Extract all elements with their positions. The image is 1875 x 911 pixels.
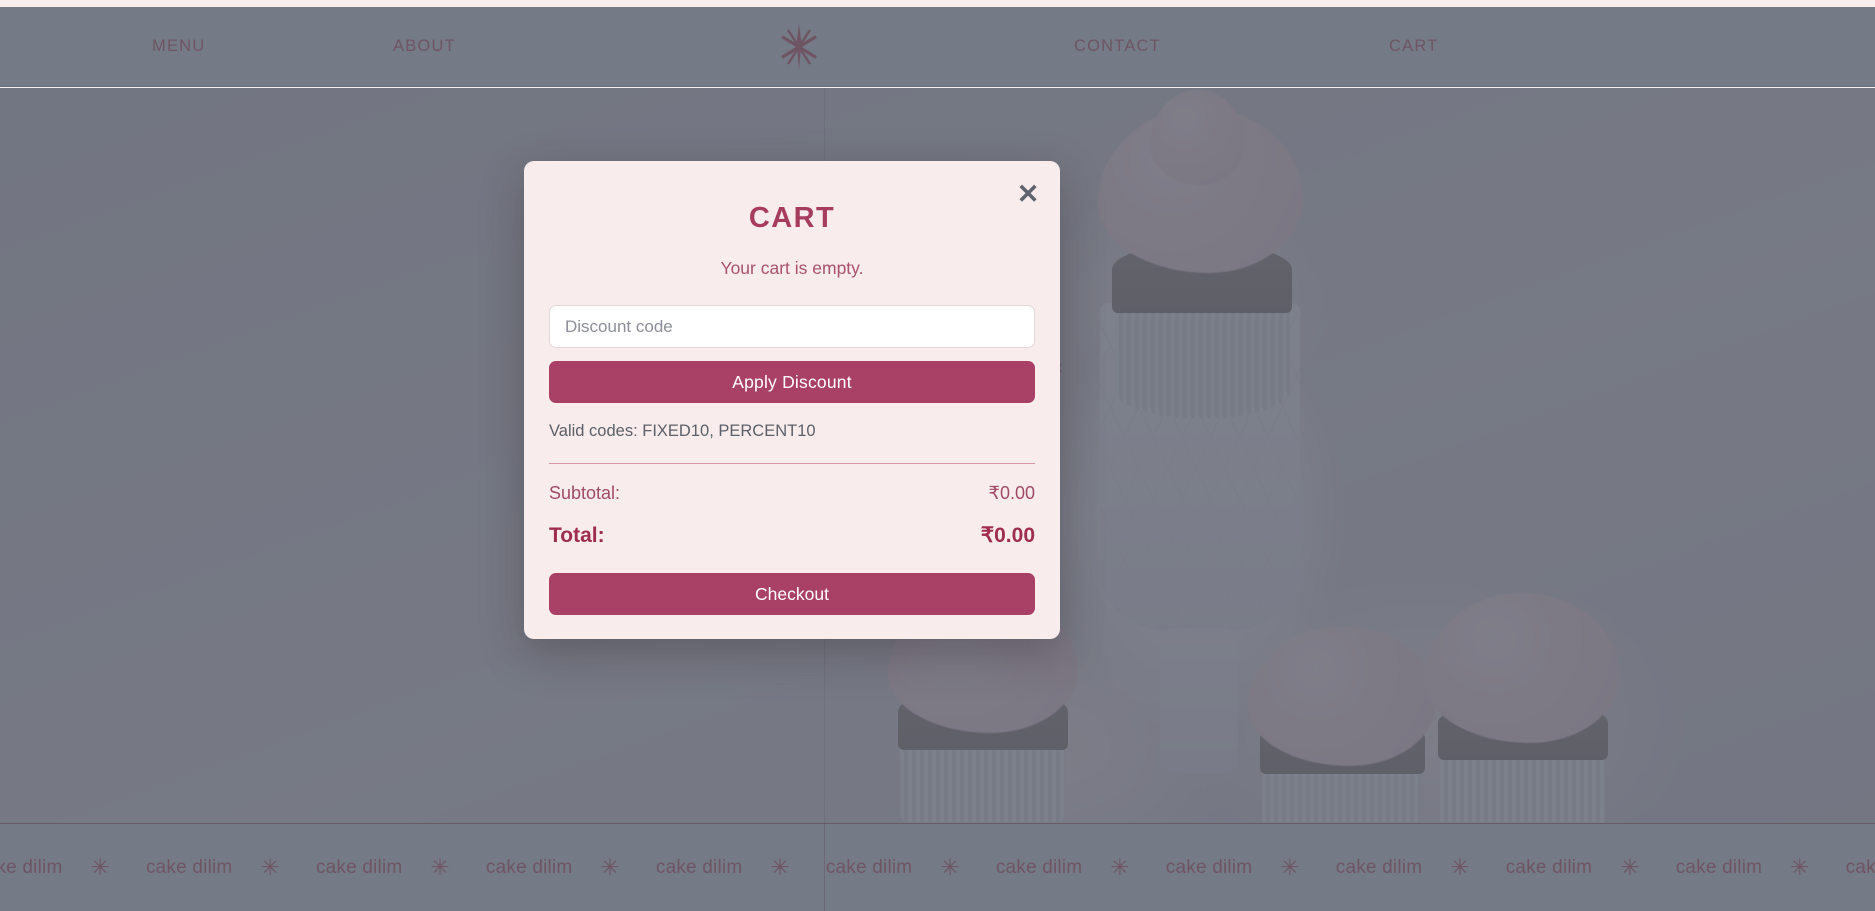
main-navbar: MENU ABOUT CONTACT CART <box>0 7 1875 87</box>
marquee-word: cake dilim <box>1335 856 1423 878</box>
asterisk-icon: ✳ <box>600 854 620 880</box>
total-row: Total: ₹0.00 <box>549 523 1035 548</box>
marquee-item: cake dilim ✳ <box>306 856 476 879</box>
subtotal-label: Subtotal: <box>549 483 621 503</box>
marquee-item: cake dilim ✳ <box>1666 856 1836 879</box>
marquee-word: cake dilim <box>485 856 573 878</box>
footer-divider-line <box>824 823 825 911</box>
marquee-item: cake dilim ✳ <box>1326 856 1496 879</box>
asterisk-logo-icon[interactable] <box>780 23 818 70</box>
marquee-item: cake dilim ✳ <box>816 856 986 879</box>
asterisk-icon: ✳ <box>1280 854 1300 880</box>
asterisk-icon: ✳ <box>1110 854 1130 880</box>
marquee-item: cake dilim ✳ <box>1156 856 1326 879</box>
asterisk-icon: ✳ <box>1620 854 1640 880</box>
nav-item-cart[interactable]: CART <box>1389 37 1438 56</box>
nav-item-contact[interactable]: CONTACT <box>1074 37 1161 56</box>
checkout-button[interactable]: Checkout <box>549 573 1035 615</box>
total-value: ₹0.00 <box>980 524 1035 547</box>
asterisk-icon: ✳ <box>90 854 110 880</box>
apply-discount-button[interactable]: Apply Discount <box>549 361 1035 403</box>
page-root: MENU ABOUT CONTACT CART ✕ CART Your cart… <box>0 0 1875 911</box>
marquee-word: cake dilim <box>315 856 403 878</box>
asterisk-icon: ✳ <box>1450 854 1470 880</box>
asterisk-icon: ✳ <box>430 854 450 880</box>
marquee-item: cake dilim ✳ <box>136 856 306 879</box>
valid-codes-hint: Valid codes: FIXED10, PERCENT10 <box>549 422 816 440</box>
asterisk-icon: ✳ <box>770 854 790 880</box>
asterisk-icon <box>781 23 817 70</box>
marquee-word: cake dilim <box>655 856 743 878</box>
marquee-word: cake dilim <box>825 856 913 878</box>
marquee-item: cake dilim✳ <box>1836 856 1875 879</box>
marquee-word: cake dilim <box>995 856 1083 878</box>
marquee-word: cake dilim <box>1675 856 1763 878</box>
marquee-word: cake dilim <box>145 856 233 878</box>
nav-item-menu[interactable]: MENU <box>152 37 205 56</box>
marquee-word: cake dilim <box>1505 856 1593 878</box>
marquee-item: cake dilim ✳ <box>1496 856 1666 879</box>
subtotal-row: Subtotal: ₹0.00 <box>549 483 1035 504</box>
marquee-track: cake dilim ✳ cake dilim ✳ cake dilim ✳ cake di… <box>0 856 1875 879</box>
modal-title: CART <box>748 202 836 234</box>
marquee-item: cake dilim ✳ <box>0 856 136 879</box>
subtotal-value: ₹0.00 <box>988 483 1036 503</box>
cart-modal: ✕ CART Your cart is empty. Apply Discoun… <box>524 161 1060 639</box>
top-accent-strip <box>0 0 1875 7</box>
marquee-word: cake dilim <box>1165 856 1253 878</box>
total-label: Total: <box>549 524 605 547</box>
nav-item-about[interactable]: ABOUT <box>393 37 456 56</box>
close-icon[interactable]: ✕ <box>1013 179 1043 209</box>
asterisk-icon: ✳ <box>1790 854 1810 880</box>
brand-marquee: cake dilim ✳ cake dilim ✳ cake dilim ✳ cake di… <box>0 823 1875 911</box>
marquee-item: cake dilim ✳ <box>476 856 646 879</box>
empty-cart-message: Your cart is empty. <box>720 258 864 278</box>
asterisk-icon: ✳ <box>940 854 960 880</box>
asterisk-icon: ✳ <box>260 854 280 880</box>
marquee-word: cake dilim <box>1845 856 1875 878</box>
marquee-item: cake dilim ✳ <box>646 856 816 879</box>
marquee-word: cake dilim <box>0 856 63 878</box>
marquee-item: cake dilim ✳ <box>986 856 1156 879</box>
totals-divider <box>549 463 1035 464</box>
discount-code-input[interactable] <box>549 305 1035 348</box>
